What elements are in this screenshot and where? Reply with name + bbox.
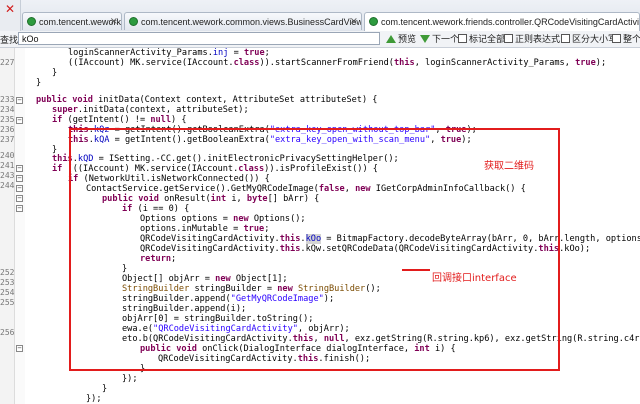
line-number: 243 xyxy=(0,171,15,180)
code-line[interactable]: }); xyxy=(122,374,138,384)
checkbox-icon xyxy=(561,34,570,43)
fold-toggle-icon[interactable]: − xyxy=(16,185,23,192)
code-line[interactable]: StringBuilder stringBuilder = new String… xyxy=(122,284,381,294)
code-line[interactable]: eto.b(QRCodeVisitingCardActivity.this, n… xyxy=(122,334,640,344)
tab-business-card-view[interactable]: com.tencent.wework.common.views.Business… xyxy=(124,12,362,30)
code-line[interactable]: this.kQA = getIntent().getBooleanExtra("… xyxy=(68,135,472,145)
fold-toggle-icon[interactable]: − xyxy=(16,205,23,212)
whole-word-checkbox[interactable]: 整个单 xyxy=(612,33,640,45)
checkbox-icon xyxy=(504,34,513,43)
tab-close-icon[interactable]: × xyxy=(350,13,358,30)
class-icon xyxy=(27,17,36,26)
code-line[interactable]: } xyxy=(140,364,145,374)
code-line[interactable]: } xyxy=(102,384,107,394)
annotation-pointer-line xyxy=(402,269,430,271)
fold-toggle-icon[interactable]: − xyxy=(16,165,23,172)
line-number: 236 xyxy=(0,125,15,134)
code-line[interactable]: public void initData(Context context, At… xyxy=(36,95,378,105)
tab-label: com.tencent.wework.common.views.Business… xyxy=(141,17,362,27)
close-strip: ✕ xyxy=(0,0,21,31)
previous-button[interactable]: 预览 xyxy=(386,33,416,45)
checkbox-icon xyxy=(612,34,621,43)
line-number: 256 xyxy=(0,328,15,337)
code-line[interactable]: } xyxy=(122,264,127,274)
line-number-gutter: 227 233 234 235 236 237 240 241 243 244 252 253 254 2… xyxy=(0,48,15,404)
code-line[interactable]: } xyxy=(36,78,41,88)
next-button[interactable]: 下一个 xyxy=(420,33,459,45)
find-bar: 查找: 预览 下一个 标记全部 正则表达式 区分大小写 整个单 xyxy=(0,31,640,48)
code-line[interactable]: options.inMutable = true; xyxy=(140,224,269,234)
line-number: 233 xyxy=(0,95,15,104)
code-line[interactable]: Options options = new Options(); xyxy=(140,214,306,224)
fold-strip: −−−−−−−−− xyxy=(15,48,25,404)
code-line[interactable]: this.kQz = getIntent().getBooleanExtra("… xyxy=(68,125,477,135)
find-input[interactable] xyxy=(18,32,380,45)
code-editor[interactable]: 227 233 234 235 236 237 240 241 243 244 252 253 254 2… xyxy=(0,48,640,404)
code-line[interactable]: if (NetworkUtil.isNetworkConnected()) { xyxy=(68,174,270,184)
code-line[interactable]: super.initData(context, attributeSet); xyxy=(52,105,249,115)
code-line[interactable]: loginScannerActivity_Params.inj = true; xyxy=(68,48,270,58)
arrow-up-icon xyxy=(386,35,396,43)
code-line[interactable]: } xyxy=(52,68,57,78)
line-number: 227 xyxy=(0,58,15,67)
line-number: 252 xyxy=(0,268,15,277)
code-line[interactable]: ContactService.getService().GetMyQRCodeI… xyxy=(86,184,526,194)
line-number: 234 xyxy=(0,105,15,114)
code-line[interactable]: Object[] objArr = new Object[1]; xyxy=(122,274,288,284)
mark-all-checkbox[interactable]: 标记全部 xyxy=(458,33,505,45)
class-icon xyxy=(369,17,378,26)
fold-toggle-icon[interactable]: − xyxy=(16,195,23,202)
fold-toggle-icon[interactable]: − xyxy=(16,345,23,352)
regex-checkbox[interactable]: 正则表达式 xyxy=(504,33,560,45)
line-number: 235 xyxy=(0,115,15,124)
arrow-down-icon xyxy=(420,35,430,43)
code-line[interactable]: if (getIntent() != null) { xyxy=(52,115,187,125)
code-line[interactable]: stringBuilder.append(i); xyxy=(122,304,246,314)
code-line[interactable]: QRCodeVisitingCardActivity.this.kQw.setQ… xyxy=(140,244,590,254)
code-line[interactable]: }); xyxy=(86,394,102,404)
code-line[interactable]: public void onResult(int i, byte[] bArr)… xyxy=(102,194,319,204)
case-sensitive-checkbox[interactable]: 区分大小写 xyxy=(561,33,617,45)
line-number: 241 xyxy=(0,161,15,170)
code-line[interactable]: return; xyxy=(140,254,176,264)
line-number: 237 xyxy=(0,135,15,144)
code-line[interactable]: this.kQD = ISetting.-CC.get().initElectr… xyxy=(52,154,399,164)
code-line[interactable]: ewa.e("QRCodeVisitingCardActivity", objA… xyxy=(122,324,350,334)
annotation-callback-interface: 回调接口interface xyxy=(432,273,517,284)
tab-close-icon[interactable]: × xyxy=(110,13,118,30)
code-line[interactable]: public void onClick(DialogInterface dial… xyxy=(140,344,456,354)
code-line[interactable]: if (((IAccount) MK.service(IAccount.clas… xyxy=(52,164,378,174)
line-number: 244 xyxy=(0,181,15,190)
code-line[interactable]: if (i == 0) { xyxy=(122,204,189,214)
checkbox-icon xyxy=(458,34,467,43)
code-line[interactable]: stringBuilder.append("GetMyQRCodeImage")… xyxy=(122,294,334,304)
tab-qrcode-visiting-card-activity[interactable]: com.tencent.wework.friends.controller.QR… xyxy=(364,12,640,31)
class-icon xyxy=(129,17,138,26)
fold-toggle-icon[interactable]: − xyxy=(16,117,23,124)
code-line[interactable]: QRCodeVisitingCardActivity.this.kOo = Bi… xyxy=(140,234,640,244)
line-number: 254 xyxy=(0,288,15,297)
tab-r[interactable]: com.tencent.wework.R × xyxy=(22,12,122,30)
editor-tab-bar: ✕ com.tencent.wework.R × com.tencent.wew… xyxy=(0,0,640,32)
fold-toggle-icon[interactable]: − xyxy=(16,175,23,182)
code-line[interactable]: objArr[0] = stringBuilder.toString(); xyxy=(122,314,313,324)
line-number: 240 xyxy=(0,151,15,160)
line-number: 253 xyxy=(0,278,15,287)
code-line[interactable]: ((IAccount) MK.service(IAccount.class)).… xyxy=(68,58,606,68)
annotation-get-qrcode: 获取二维码 xyxy=(484,161,534,172)
fold-toggle-icon[interactable]: − xyxy=(16,97,23,104)
close-icon[interactable]: ✕ xyxy=(4,3,16,15)
line-number: 255 xyxy=(0,298,15,307)
code-line[interactable]: QRCodeVisitingCardActivity.this.finish()… xyxy=(158,354,370,364)
tab-label: com.tencent.wework.friends.controller.QR… xyxy=(381,17,640,27)
